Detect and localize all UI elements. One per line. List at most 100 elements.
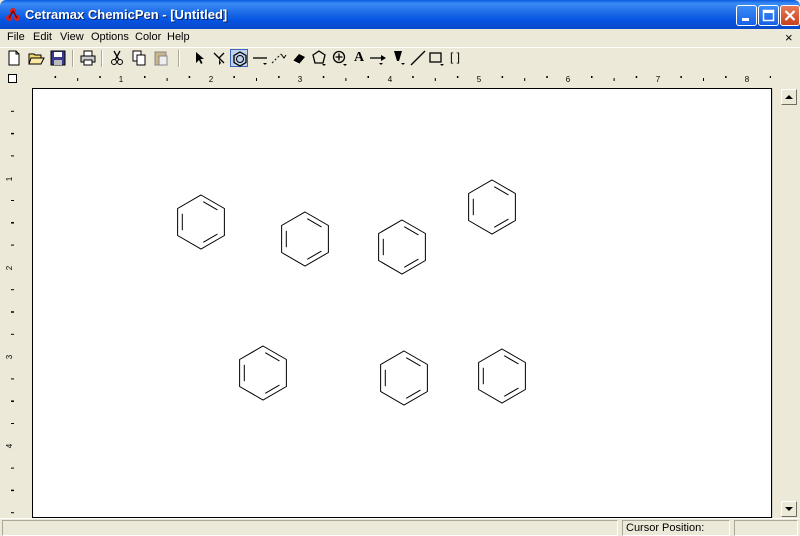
save-button[interactable] (49, 49, 67, 67)
benzene-ring[interactable] (281, 211, 329, 267)
reaction-arrow-button[interactable] (369, 49, 387, 67)
menu-color[interactable]: Color (135, 31, 161, 43)
ruler-label: 4 (5, 443, 14, 448)
ring-outline (378, 219, 426, 275)
toolbar: A [ ] (0, 47, 800, 69)
maximize-icon (762, 9, 775, 22)
ruler-label: 2 (209, 75, 214, 84)
document-close-button[interactable]: × (785, 30, 793, 45)
drawing-canvas[interactable] (32, 88, 772, 518)
ruler-label: 2 (5, 265, 14, 270)
arrow-down-icon (785, 507, 793, 511)
rectangle-tool-button[interactable] (428, 49, 446, 67)
bond-tool-button[interactable] (251, 49, 269, 67)
select-arrow-icon (196, 52, 204, 64)
wedge-bond-button[interactable] (390, 49, 408, 67)
toolbar-separator (72, 50, 74, 67)
vertical-scrollbar[interactable] (772, 88, 798, 518)
ruler-corner (8, 74, 17, 83)
cursor-position-label: Cursor Position: (622, 520, 730, 536)
benzene-ring[interactable] (478, 348, 526, 404)
cut-button[interactable] (108, 49, 126, 67)
benzene-ring[interactable] (239, 345, 287, 401)
ring-outline (177, 194, 225, 250)
maximize-button[interactable] (758, 5, 779, 26)
save-icon (50, 50, 66, 66)
toolbar-separator (178, 50, 180, 67)
ring-tool-button[interactable] (230, 49, 248, 67)
copy-button[interactable] (130, 49, 148, 67)
menu-file[interactable]: File (7, 31, 25, 43)
ring-outline (380, 350, 428, 406)
ring-outline (468, 179, 516, 235)
eraser-icon (292, 54, 305, 65)
ruler-label: 6 (566, 75, 571, 84)
dashed-bond-icon (271, 53, 287, 64)
brackets-button[interactable]: [ ] (447, 49, 463, 67)
canvas-surface[interactable] (33, 89, 771, 517)
ruler-label: 1 (5, 176, 14, 181)
benzene-ring[interactable] (468, 179, 516, 235)
charge-plus-icon (332, 50, 347, 66)
paste-icon (154, 51, 168, 66)
title-bar[interactable]: Cetramax ChemicPen - [Untitled] (0, 0, 800, 29)
window-title: Cetramax ChemicPen - [Untitled] (25, 7, 228, 22)
open-icon (28, 53, 45, 65)
status-extra-pane (734, 520, 798, 536)
new-button[interactable] (5, 49, 23, 67)
new-icon (8, 50, 20, 66)
ruler-label: 5 (477, 75, 482, 84)
arrow-up-icon (785, 95, 793, 99)
benzene-ring[interactable] (378, 219, 426, 275)
scroll-up-button[interactable] (781, 89, 797, 105)
ruler-label: 3 (5, 354, 14, 359)
vertical-ruler: 1 2 3 4 (5, 110, 14, 514)
menu-help[interactable]: Help (167, 31, 190, 43)
menu-edit[interactable]: Edit (33, 31, 52, 43)
bond-tool-icon (253, 57, 267, 65)
close-button[interactable] (780, 5, 800, 26)
ring-tool-icon (233, 51, 247, 67)
menu-view[interactable]: View (60, 31, 84, 43)
dashed-bond-button[interactable] (270, 49, 288, 67)
horizontal-ruler: 1 2 3 4 5 6 7 8 (54, 75, 771, 84)
ruler-label: 8 (745, 75, 750, 84)
print-button[interactable] (79, 49, 97, 67)
status-message-pane (2, 520, 618, 536)
ring-outline (281, 211, 329, 267)
ruler-label: 3 (298, 75, 303, 84)
open-button[interactable] (27, 49, 45, 67)
status-bar: Cursor Position: (0, 518, 800, 536)
lasso-select-button[interactable] (210, 49, 228, 67)
select-arrow-button[interactable] (190, 49, 208, 67)
ruler-label: 1 (119, 75, 124, 84)
scroll-down-button[interactable] (781, 501, 797, 517)
text-tool-button[interactable]: A (350, 49, 368, 67)
ruler-label: 4 (388, 75, 393, 84)
eraser-button[interactable] (290, 49, 308, 67)
paste-button[interactable] (152, 49, 170, 67)
app-logo-icon (6, 8, 20, 21)
menu-options[interactable]: Options (91, 31, 129, 43)
minimize-button[interactable] (736, 5, 757, 26)
minimize-icon (742, 18, 749, 21)
copy-icon (132, 50, 146, 66)
ring-outline (478, 348, 526, 404)
rectangle-tool-icon (429, 52, 444, 66)
polygon-button[interactable] (310, 49, 328, 67)
app-window: Cetramax ChemicPen - [Untitled] File Edi… (0, 0, 800, 536)
toolbar-separator (101, 50, 103, 67)
line-tool-icon (410, 50, 426, 66)
benzene-ring[interactable] (380, 350, 428, 406)
line-tool-button[interactable] (409, 49, 427, 67)
cut-icon (111, 50, 123, 65)
print-icon (80, 50, 96, 66)
charge-plus-button[interactable] (331, 49, 349, 67)
ruler-label: 7 (656, 75, 661, 84)
wedge-bond-icon (394, 51, 405, 65)
reaction-arrow-icon (370, 55, 386, 65)
polygon-icon (312, 50, 326, 66)
lasso-select-icon (213, 52, 225, 65)
close-icon (784, 10, 796, 21)
benzene-ring[interactable] (177, 194, 225, 250)
